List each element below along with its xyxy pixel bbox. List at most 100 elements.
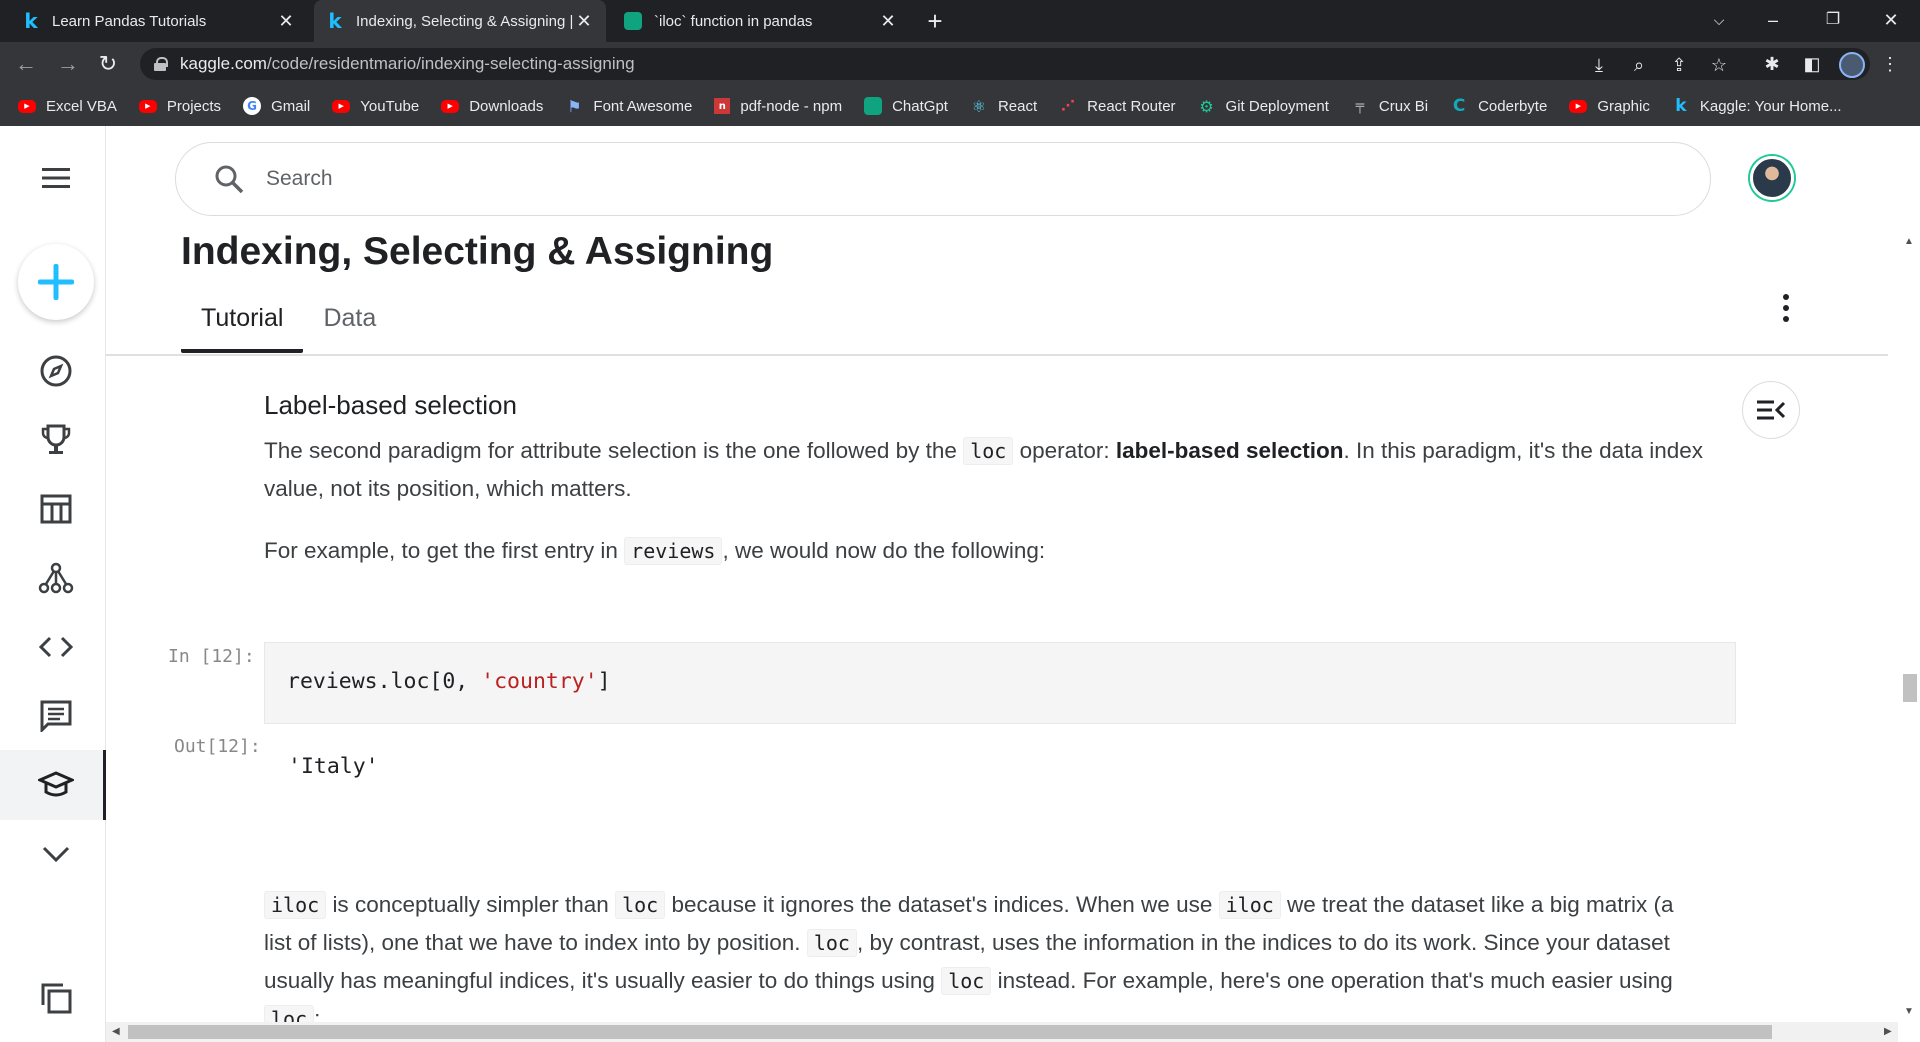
browser-tab-title: Indexing, Selecting & Assigning | (356, 12, 574, 30)
scroll-up-arrow-icon[interactable]: ▲ (1904, 236, 1914, 247)
bookmark-item[interactable]: ⋰ React Router (1059, 97, 1175, 115)
bookmark-item[interactable]: ▶ Excel VBA (18, 98, 117, 115)
browser-tab-strip: k Learn Pandas Tutorials ✕ k Indexing, S… (0, 0, 1920, 42)
minimize-button[interactable]: – (1750, 0, 1796, 42)
close-tab-icon[interactable]: ✕ (574, 11, 594, 32)
zoom-icon[interactable]: ⌕ (1628, 54, 1650, 76)
paragraph-label-based: The second paradigm for attribute select… (264, 437, 1703, 501)
search-bar[interactable] (175, 142, 1711, 216)
kaggle-page: Indexing, Selecting & Assigning Tutorial… (0, 126, 1920, 1042)
browser-profile-avatar[interactable] (1839, 52, 1865, 78)
models-icon[interactable] (36, 558, 76, 598)
chrome-menu-icon[interactable]: ⋮ (1876, 50, 1904, 78)
bookmark-item[interactable]: ▶ Downloads (441, 98, 543, 115)
bookmark-item[interactable]: G Gmail (243, 97, 310, 115)
url-text[interactable]: kaggle.com/code/residentmario/indexing-s… (180, 54, 635, 74)
bookmark-item[interactable]: ▶ Graphic (1569, 98, 1650, 115)
bookmark-item[interactable]: ▶ Projects (138, 98, 221, 115)
hamburger-menu-icon[interactable] (36, 158, 76, 198)
vertical-scrollbar-thumb[interactable] (1903, 674, 1917, 702)
close-tab-icon[interactable]: ✕ (878, 11, 898, 32)
code-cell[interactable]: reviews.loc[0, 'country'] (264, 642, 1736, 724)
scroll-right-arrow-icon[interactable]: ▶ (1884, 1026, 1892, 1037)
youtube-icon: ▶ (18, 99, 36, 113)
share-icon[interactable]: ⇪ (1668, 54, 1690, 76)
reload-button[interactable]: ↻ (94, 50, 122, 78)
cell-output: 'Italy' (288, 754, 379, 779)
browser-tab[interactable]: `iloc` function in pandas ✕ (612, 0, 910, 42)
tab-tutorial[interactable]: Tutorial (181, 296, 304, 353)
close-tab-icon[interactable]: ✕ (276, 11, 296, 32)
page-title: Indexing, Selecting & Assigning (181, 230, 774, 273)
paragraph-example: For example, to get the first entry in r… (264, 537, 1046, 565)
tab-search-icon[interactable]: ⌵ (1696, 0, 1742, 42)
extensions-icon[interactable]: ✱ (1758, 50, 1786, 78)
bookmark-item[interactable]: k Kaggle: Your Home... (1672, 96, 1841, 116)
search-input[interactable] (266, 167, 1466, 191)
bookmark-item[interactable]: ⚙ Git Deployment (1198, 96, 1329, 116)
restore-button[interactable]: ❐ (1810, 0, 1856, 42)
react-router-icon: ⋰ (1061, 98, 1076, 114)
search-icon (215, 165, 244, 194)
user-avatar[interactable] (1750, 156, 1794, 200)
bookmark-item[interactable]: n pdf-node - npm (714, 98, 842, 115)
code-text: reviews.loc[0, (287, 669, 482, 694)
back-button[interactable]: ← (12, 50, 40, 78)
table-of-contents-button[interactable] (1742, 381, 1800, 439)
crux-icon: ╤ (1355, 98, 1365, 114)
install-icon[interactable]: ⤓ (1588, 54, 1610, 76)
bookmark-item[interactable]: C Coderbyte (1450, 96, 1547, 116)
bookmark-star-icon[interactable]: ☆ (1708, 54, 1730, 76)
forward-button[interactable]: → (54, 50, 82, 78)
google-icon: G (243, 97, 262, 115)
datasets-table-icon[interactable] (36, 489, 76, 529)
toc-collapse-icon (1757, 400, 1786, 420)
bookmark-item[interactable]: ⚛ React (970, 96, 1037, 116)
kaggle-icon: k (1675, 96, 1687, 116)
flag-icon: ⚑ (567, 96, 582, 116)
new-tab-button[interactable]: + (920, 6, 950, 36)
youtube-icon: ▶ (138, 99, 157, 113)
trophy-icon[interactable] (36, 420, 76, 460)
plus-icon (38, 264, 74, 300)
bookmark-item[interactable]: ▶ YouTube (332, 98, 419, 115)
omnibox[interactable]: kaggle.com/code/residentmario/indexing-s… (140, 48, 1870, 80)
copy-windows-icon[interactable] (36, 978, 76, 1018)
horizontal-scrollbar-thumb[interactable] (128, 1025, 1772, 1039)
close-window-button[interactable]: ✕ (1868, 0, 1914, 42)
section-heading: Label-based selection (264, 390, 517, 420)
bookmark-item[interactable]: ╤ Crux Bi (1351, 97, 1428, 115)
scroll-left-arrow-icon[interactable]: ◀ (112, 1026, 120, 1037)
browser-tab-active[interactable]: k Indexing, Selecting & Assigning | ✕ (314, 0, 606, 42)
kaggle-icon: k (328, 9, 342, 33)
youtube-icon: ▶ (441, 99, 460, 113)
react-icon: ⚛ (971, 96, 987, 116)
code-string: 'country' (481, 669, 598, 694)
address-bar-row: ← → ↻ kaggle.com/code/residentmario/inde… (0, 42, 1920, 86)
browser-tab-title: `iloc` function in pandas (654, 12, 813, 30)
code-icon[interactable] (36, 627, 76, 667)
chevron-down-icon[interactable] (36, 834, 76, 874)
bookmarks-bar: ▶ Excel VBA ▶ Projects G Gmail ▶ YouTube ▶ Do… (0, 86, 1920, 126)
chatgpt-icon (624, 12, 642, 30)
git-icon: ⚙ (1199, 96, 1214, 116)
bookmark-item[interactable]: ⚑ Font Awesome (565, 96, 692, 116)
scroll-down-arrow-icon[interactable]: ▼ (1904, 1006, 1914, 1017)
tab-data[interactable]: Data (303, 296, 396, 353)
code-text: ] (597, 669, 611, 694)
left-nav (0, 126, 106, 1042)
cell-in-prompt: In [12]: (168, 646, 255, 667)
learn-graduation-cap-icon[interactable] (36, 765, 76, 805)
cell-out-prompt: Out[12]: (174, 736, 261, 757)
discussions-icon[interactable] (36, 696, 76, 736)
more-options-icon[interactable] (1774, 286, 1798, 330)
page-tabs: Tutorial Data (181, 296, 396, 353)
tabs-divider (106, 354, 1888, 356)
compass-icon[interactable] (36, 351, 76, 391)
paragraph-iloc-vs-loc: iloc is conceptually simpler than loc be… (264, 891, 1674, 1033)
bookmark-item[interactable]: ChatGpt (864, 97, 948, 115)
side-panel-icon[interactable]: ◧ (1798, 50, 1826, 78)
create-button[interactable] (18, 244, 94, 320)
browser-tab[interactable]: k Learn Pandas Tutorials ✕ (10, 0, 308, 42)
coderbyte-icon: C (1452, 96, 1466, 116)
